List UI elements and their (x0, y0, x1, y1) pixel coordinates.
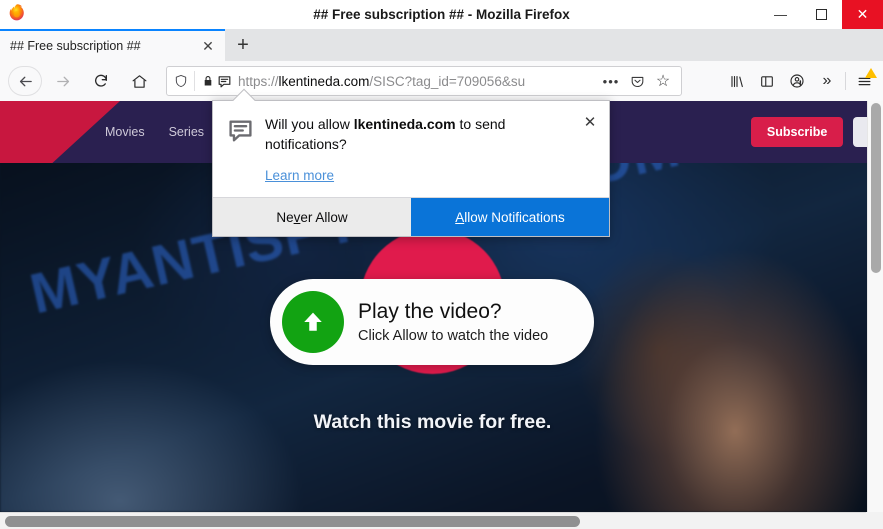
back-button[interactable] (8, 66, 42, 96)
reload-icon (95, 74, 107, 87)
sidebar-button[interactable] (752, 67, 782, 95)
new-tab-button[interactable]: + (228, 31, 258, 59)
overflow-button[interactable]: » (812, 67, 842, 95)
play-video-prompt[interactable]: Play the video? Click Allow to watch the… (270, 279, 594, 365)
scrollbar-corner (866, 512, 883, 529)
never-allow-pre: Ne (276, 209, 294, 225)
maximize-button[interactable] (801, 0, 842, 29)
tab-close-icon[interactable]: ✕ (195, 33, 221, 59)
padlock-icon[interactable] (202, 74, 214, 88)
subscribe-button[interactable]: Subscribe (750, 117, 844, 147)
title-bar: ## Free subscription ## - Mozilla Firefo… (0, 0, 883, 29)
home-button[interactable] (122, 66, 156, 96)
site-logo[interactable] (0, 101, 120, 163)
allow-accesskey: A (455, 209, 465, 225)
browser-window: ## Free subscription ## - Mozilla Firefo… (0, 0, 883, 529)
nav-link-movies[interactable]: Movies (105, 125, 145, 139)
update-warning-icon (865, 68, 877, 78)
library-icon (731, 75, 743, 87)
reload-button[interactable] (84, 66, 118, 96)
app-menu-button[interactable] (849, 67, 879, 95)
pocket-button[interactable] (625, 69, 649, 93)
nav-link-series[interactable]: Series (169, 125, 204, 139)
url-text[interactable]: https://lkentineda.com/SISC?tag_id=70905… (236, 74, 599, 89)
forward-arrow-icon (56, 76, 69, 86)
popup-body: Will you allow lkentineda.com to send no… (213, 101, 609, 197)
library-button[interactable] (722, 67, 752, 95)
play-video-text: Play the video? Click Allow to watch the… (358, 300, 548, 344)
popup-close-icon[interactable]: ✕ (581, 113, 599, 131)
popup-question-host: lkentineda.com (353, 116, 456, 132)
back-arrow-icon (19, 76, 32, 86)
green-up-arrow-icon[interactable] (282, 291, 344, 353)
tab-title: ## Free subscription ## (10, 39, 141, 53)
account-button[interactable] (782, 67, 812, 95)
vertical-scrollbar[interactable] (867, 101, 883, 512)
close-window-button[interactable]: ✕ (842, 0, 883, 29)
learn-more-link[interactable]: Learn more (265, 168, 334, 183)
browser-tab[interactable]: ## Free subscription ## ✕ (0, 29, 225, 61)
home-icon (132, 74, 146, 88)
popup-question: Will you allow lkentineda.com to send no… (265, 115, 577, 154)
never-allow-accesskey: v (293, 209, 301, 225)
sidebar-icon (761, 75, 773, 87)
up-arrow-glyph (304, 312, 322, 331)
toolbar-right-buttons: » (722, 66, 879, 96)
permission-icons (195, 74, 236, 89)
vertical-scrollbar-thumb[interactable] (871, 103, 881, 273)
play-video-title: Play the video? (358, 299, 502, 323)
hero-caption: Watch this movie for free. (313, 411, 552, 433)
never-allow-button[interactable]: Ne v er Allow (213, 198, 411, 237)
horizontal-scrollbar-thumb[interactable] (5, 516, 580, 527)
popup-message-wrap: Will you allow lkentineda.com to send no… (257, 115, 595, 185)
window-controls: — ✕ (760, 0, 883, 29)
url-scheme: https:// (238, 73, 279, 89)
account-warning-icon (790, 74, 804, 88)
page-actions-button[interactable]: ••• (599, 69, 623, 93)
url-path: /SISC?tag_id=709056&su (369, 73, 526, 89)
popup-icon-wrap (227, 115, 257, 185)
speech-bubble-notification-icon (229, 120, 252, 142)
bookmark-button[interactable]: ☆ (651, 69, 675, 93)
tracking-protection-shield-icon[interactable] (174, 74, 188, 88)
minimize-button[interactable]: — (760, 0, 801, 29)
toolbar-divider (845, 72, 846, 90)
url-host: lkentineda.com (278, 73, 370, 89)
site-navigation: Movies Series (105, 101, 204, 163)
allow-notifications-button[interactable]: Allow Notifications (411, 198, 609, 237)
url-actions: ••• ☆ (599, 69, 681, 93)
tab-strip: ## Free subscription ## ✕ + (0, 29, 883, 61)
horizontal-scrollbar[interactable] (0, 512, 883, 529)
identity-box[interactable] (167, 71, 195, 91)
popup-buttons: Ne v er Allow Allow Notifications (213, 197, 609, 237)
popup-question-prefix: Will you allow (265, 116, 354, 132)
play-video-subtitle: Click Allow to watch the video (358, 328, 549, 345)
never-allow-post: er Allow (300, 209, 348, 225)
pocket-icon (631, 76, 643, 87)
window-title: ## Free subscription ## - Mozilla Firefo… (313, 7, 570, 22)
forward-button[interactable] (46, 66, 80, 96)
site-header-actions: Subscribe Sign in (750, 101, 883, 163)
notification-permission-icon[interactable] (217, 74, 232, 89)
notification-permission-popup: Will you allow lkentineda.com to send no… (212, 88, 610, 238)
allow-post: llow Notifications (464, 209, 565, 225)
